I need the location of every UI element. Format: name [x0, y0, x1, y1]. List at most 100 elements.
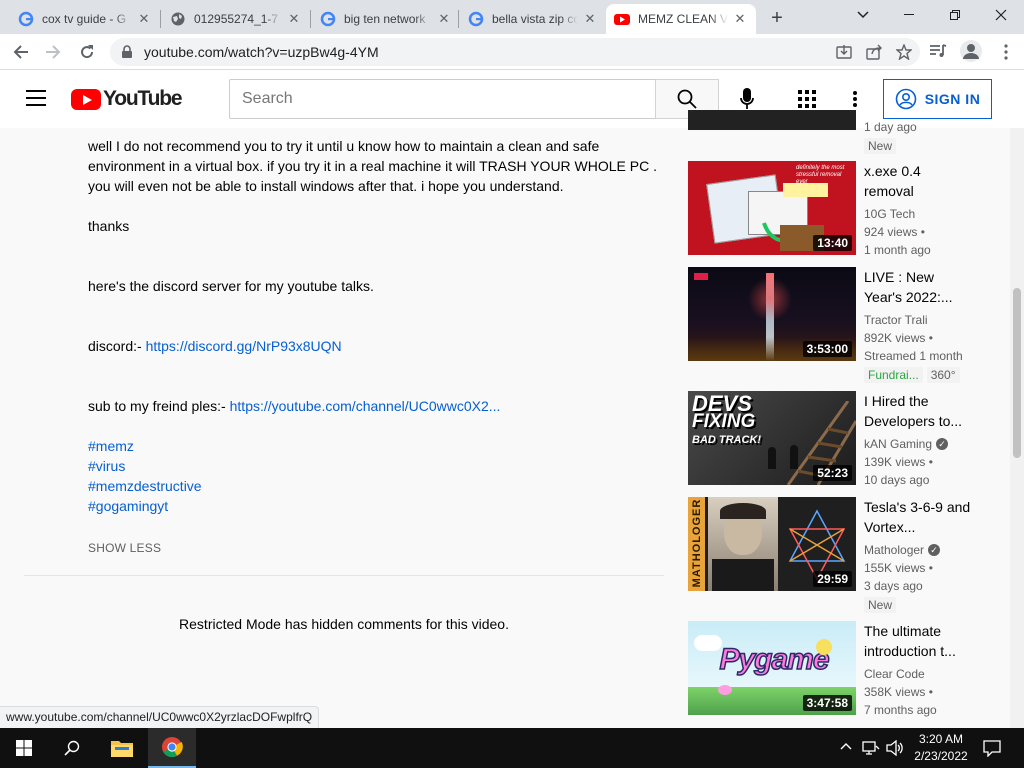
new-tab-button[interactable]: +: [765, 7, 789, 31]
related-video-partial[interactable]: 1 day ago New: [688, 110, 1008, 154]
tab-separator: [160, 10, 161, 28]
video-thumbnail[interactable]: [688, 110, 856, 130]
share-icon[interactable]: [866, 44, 882, 60]
scrollbar-thumb[interactable]: [1013, 288, 1021, 458]
hashtag-link[interactable]: #virus: [88, 458, 125, 474]
address-bar[interactable]: youtube.com/watch?v=uzpBw4g-4YM: [110, 38, 920, 66]
video-title[interactable]: x.exe 0.4 removal: [864, 161, 974, 201]
new-badge: New: [864, 138, 897, 154]
youtube-logo[interactable]: YouTube: [71, 87, 183, 111]
video-duration: 52:23: [813, 465, 852, 481]
tab-search-button[interactable]: [840, 0, 886, 30]
voice-search-button[interactable]: [733, 85, 761, 113]
video-duration: 3:47:58: [802, 695, 852, 711]
view-count: 892K views •: [864, 331, 933, 345]
arrow-left-icon: [13, 45, 28, 59]
close-icon[interactable]: ✕: [136, 11, 152, 27]
close-icon[interactable]: ✕: [436, 11, 452, 27]
view-count: 358K views •: [864, 685, 933, 699]
star-icon[interactable]: [896, 44, 912, 60]
reload-button[interactable]: [74, 39, 100, 65]
related-video[interactable]: DEVS FIXING BAD TRACK! 52:23 I Hired the…: [688, 391, 1008, 491]
close-icon[interactable]: ✕: [286, 11, 302, 27]
reload-icon: [81, 45, 94, 59]
related-video[interactable]: Pygame 3:47:58 The ultimate introduction…: [688, 621, 1008, 721]
browser-tab-3[interactable]: big ten network ✕: [312, 4, 460, 34]
view-count: 139K views •: [864, 455, 933, 469]
tab-title: bella vista zip co: [492, 12, 578, 26]
restricted-mode-notice: Restricted Mode has hidden comments for …: [179, 616, 509, 632]
install-app-icon[interactable]: [836, 44, 852, 60]
notification-icon[interactable]: [983, 739, 1001, 757]
close-icon[interactable]: ✕: [582, 11, 598, 27]
chrome-taskbar-button[interactable]: [148, 728, 196, 768]
video-title[interactable]: I Hired the Developers to...: [864, 391, 974, 431]
related-video[interactable]: 3:53:00 LIVE : New Year's 2022:... Tract…: [688, 267, 1008, 383]
minimize-button[interactable]: [886, 0, 932, 30]
thumbnail-caption: definitely the most stressful removal ev…: [796, 165, 845, 185]
fundraiser-badge: Fundrai...: [864, 367, 923, 383]
hashtag-link[interactable]: #memz: [88, 438, 134, 454]
volume-icon[interactable]: [886, 740, 904, 756]
close-window-button[interactable]: [978, 0, 1024, 30]
video-title[interactable]: Tesla's 3-6-9 and Vortex...: [864, 497, 974, 537]
channel-name-text: Clear Code: [864, 667, 925, 681]
chevron-up-icon[interactable]: [840, 742, 852, 750]
search-taskbar-button[interactable]: [48, 728, 96, 768]
video-thumbnail[interactable]: DEVS FIXING BAD TRACK! 52:23: [688, 391, 856, 485]
browser-tab-4[interactable]: bella vista zip co ✕: [460, 4, 606, 34]
kebab-menu-icon[interactable]: [1004, 44, 1008, 60]
hashtag-link[interactable]: #gogamingyt: [88, 498, 168, 514]
channel-name[interactable]: Mathologer ✓: [864, 541, 974, 559]
show-less-button[interactable]: SHOW LESS: [88, 541, 161, 555]
video-thumbnail[interactable]: definitely the most stressful removal ev…: [688, 161, 856, 255]
back-button[interactable]: [8, 39, 34, 65]
video-age: 1 month ago: [864, 243, 931, 257]
channel-name[interactable]: kAN Gaming ✓: [864, 435, 974, 453]
restore-icon: [950, 10, 960, 20]
file-explorer-button[interactable]: [98, 728, 146, 768]
profile-avatar[interactable]: [960, 40, 982, 62]
live-marker: [694, 273, 708, 280]
tab-title: big ten network: [344, 12, 426, 26]
firework-graphic: [748, 277, 792, 321]
settings-more-button[interactable]: [843, 87, 867, 111]
channel-name[interactable]: 10G Tech: [864, 205, 974, 223]
browser-tab-1[interactable]: cox tv guide - G ✕: [10, 4, 160, 34]
apps-grid-icon[interactable]: [795, 87, 819, 111]
related-video[interactable]: MATHOLOGER 29:59 Tesla's 3-6-9 and Vorte…: [688, 497, 1008, 613]
network-icon[interactable]: [862, 740, 880, 756]
search-box: [229, 79, 656, 119]
kebab-menu-icon: [853, 91, 857, 107]
forward-button[interactable]: [40, 39, 66, 65]
system-clock[interactable]: 3:20 AM 2/23/2022: [913, 731, 969, 765]
windows-logo-icon: [16, 740, 32, 756]
clock-date: 2/23/2022: [914, 749, 968, 763]
channel-link[interactable]: https://youtube.com/channel/UC0wwc0X2...: [230, 398, 501, 414]
channel-name[interactable]: Tractor Trali: [864, 311, 974, 329]
google-icon: [468, 11, 484, 27]
start-button[interactable]: [0, 728, 48, 768]
360-badge: 360°: [926, 367, 960, 383]
page-scrollbar[interactable]: [1010, 128, 1024, 728]
video-thumbnail[interactable]: MATHOLOGER 29:59: [688, 497, 856, 591]
channel-name[interactable]: Clear Code: [864, 665, 974, 683]
video-title[interactable]: LIVE : New Year's 2022:...: [864, 267, 974, 307]
video-thumbnail[interactable]: 3:53:00: [688, 267, 856, 361]
restore-button[interactable]: [932, 0, 978, 30]
video-thumbnail[interactable]: Pygame 3:47:58: [688, 621, 856, 715]
search-input[interactable]: [242, 90, 642, 108]
discord-link[interactable]: https://discord.gg/NrP93x8UQN: [146, 338, 342, 354]
media-control-icon[interactable]: [929, 42, 947, 60]
profile-icon: [963, 44, 979, 59]
sub-label: sub to my freind ples:-: [88, 398, 230, 414]
browser-tab-2[interactable]: 012955274_1-7 ✕: [162, 4, 310, 34]
description-paragraph: well I do not recommend you to try it un…: [88, 138, 658, 194]
video-duration: 3:53:00: [802, 341, 852, 357]
close-icon[interactable]: ✕: [732, 11, 748, 27]
video-title[interactable]: The ultimate introduction t...: [864, 621, 974, 661]
hashtag-link[interactable]: #memzdestructive: [88, 478, 202, 494]
browser-tab-active[interactable]: MEMZ CLEAN V ✕: [606, 4, 756, 34]
related-video[interactable]: definitely the most stressful removal ev…: [688, 161, 1008, 261]
hamburger-menu-icon[interactable]: [26, 90, 46, 106]
